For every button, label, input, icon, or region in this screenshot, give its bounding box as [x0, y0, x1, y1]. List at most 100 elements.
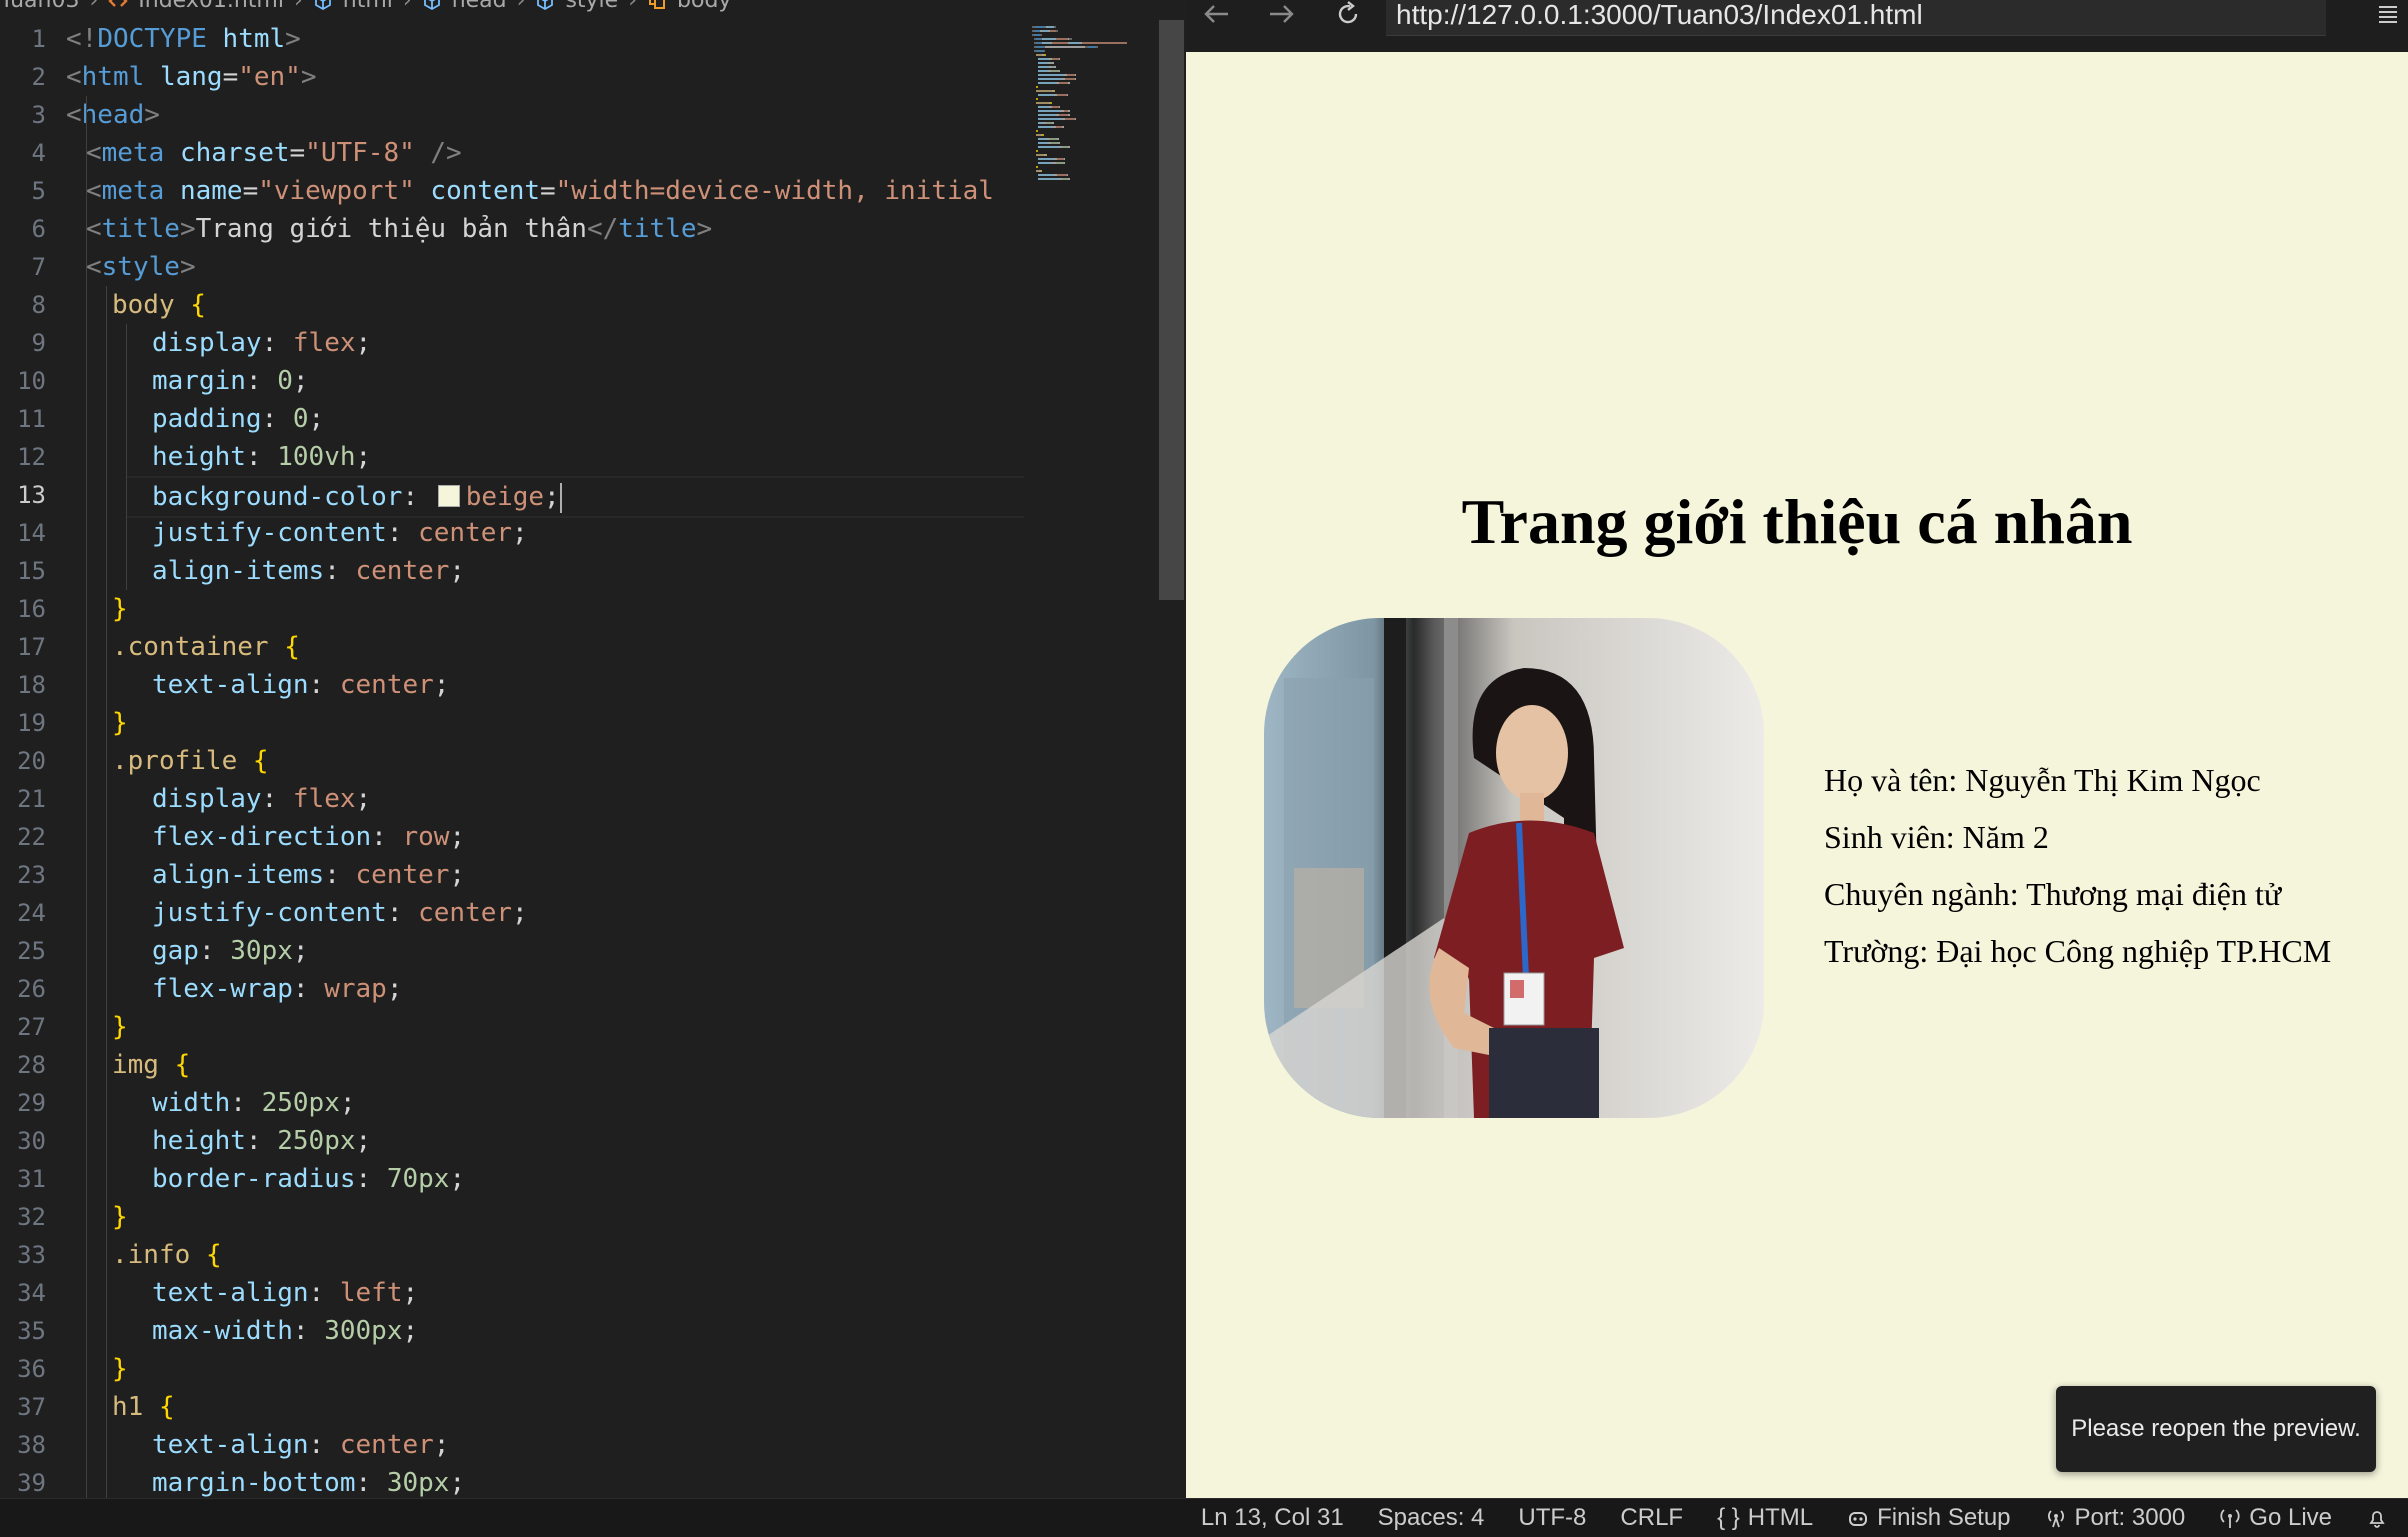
- line-ending[interactable]: CRLF: [1620, 1504, 1683, 1532]
- code-line[interactable]: height: 100vh;: [126, 438, 371, 476]
- editor-scrollbar-thumb[interactable]: [1159, 20, 1184, 600]
- color-swatch[interactable]: [437, 484, 460, 507]
- minimap-line: [1051, 42, 1068, 44]
- line-number: 36: [17, 1355, 46, 1383]
- minimap-line: [1058, 82, 1069, 84]
- info-name: Họ và tên: Nguyễn Thị Kim Ngọc: [1824, 762, 2261, 798]
- code-line[interactable]: <meta charset="UTF-8" />: [86, 134, 462, 172]
- code-token: }: [112, 708, 128, 738]
- code-line[interactable]: .container {: [106, 628, 300, 666]
- minimap-line: [1038, 142, 1048, 144]
- code-line[interactable]: flex-direction: row;: [126, 818, 465, 856]
- go-live-button[interactable]: Go Live: [2219, 1504, 2332, 1532]
- notification-toast[interactable]: Please reopen the preview.: [2056, 1386, 2376, 1472]
- indentation[interactable]: Spaces: 4: [1378, 1504, 1485, 1532]
- code-line[interactable]: padding: 0;: [126, 400, 324, 438]
- code-line[interactable]: text-align: center;: [126, 666, 449, 704]
- code-line[interactable]: h1 {: [106, 1388, 175, 1426]
- bell-icon[interactable]: [2366, 1507, 2388, 1529]
- code-line[interactable]: max-width: 300px;: [126, 1312, 418, 1350]
- code-line[interactable]: img {: [106, 1046, 190, 1084]
- code-line[interactable]: align-items: center;: [126, 552, 465, 590]
- line-number: 24: [17, 899, 46, 927]
- breadcrumb-file[interactable]: Index01.html: [138, 0, 284, 13]
- code-line[interactable]: display: flex;: [126, 324, 371, 362]
- code-token: :: [261, 404, 293, 434]
- code-line[interactable]: gap: 30px;: [126, 932, 309, 970]
- code-token: row: [402, 822, 450, 852]
- forward-arrow-icon[interactable]: [1268, 2, 1296, 26]
- line-number: 31: [17, 1165, 46, 1193]
- minimap-line: [1058, 58, 1061, 60]
- code-token: DOCTYPE: [97, 24, 207, 54]
- code-token: ;: [355, 442, 372, 472]
- line-number: 34: [17, 1279, 46, 1307]
- breadcrumb-head[interactable]: head: [452, 0, 507, 13]
- code-line[interactable]: .info {: [106, 1236, 222, 1274]
- code-line[interactable]: <html lang="en">: [66, 58, 317, 96]
- code-token: {: [174, 1050, 191, 1080]
- code-line[interactable]: .profile {: [106, 742, 269, 780]
- code-token: {: [252, 746, 269, 776]
- element-cube-icon: [423, 0, 440, 10]
- code-line[interactable]: flex-wrap: wrap;: [126, 970, 402, 1008]
- code-editor[interactable]: 1 2 3 4 5 6 7 8 9 10 11 12 13 14 15 16 17 18 19 20 21 22 23 24 2…: [0, 20, 1024, 1498]
- breadcrumb-body[interactable]: body: [677, 0, 731, 13]
- code-line[interactable]: background-color: beige;: [126, 476, 1024, 518]
- code-line[interactable]: text-align: center;: [126, 1426, 449, 1464]
- breadcrumb-html[interactable]: html: [343, 0, 393, 13]
- code-line[interactable]: height: 250px;: [126, 1122, 371, 1160]
- code-token: ;: [449, 860, 466, 890]
- port-label: Port: 3000: [2074, 1504, 2186, 1531]
- minimap-line: [1038, 114, 1056, 116]
- minimap[interactable]: [1024, 20, 1184, 1498]
- hamburger-menu-icon[interactable]: [2376, 2, 2400, 26]
- minimap-line: [1040, 170, 1043, 172]
- html-file-icon: [108, 0, 128, 7]
- code-line[interactable]: justify-content: center;: [126, 514, 528, 552]
- back-arrow-icon[interactable]: [1202, 2, 1230, 26]
- code-line[interactable]: <style>: [86, 248, 196, 286]
- code-line[interactable]: align-items: center;: [126, 856, 465, 894]
- cursor-position[interactable]: Ln 13, Col 31: [1201, 1504, 1344, 1532]
- language-mode[interactable]: { } HTML: [1717, 1504, 1813, 1532]
- code-line[interactable]: }: [106, 704, 128, 742]
- address-bar[interactable]: http://127.0.0.1:3000/Tuan03/Index01.htm…: [1386, 0, 2326, 36]
- code-line[interactable]: <head>: [66, 96, 160, 134]
- code-token: :: [308, 670, 340, 700]
- code-token: <!: [66, 24, 98, 54]
- code-line[interactable]: body {: [106, 286, 206, 324]
- live-preview-panel: http://127.0.0.1:3000/Tuan03/Index01.htm…: [1186, 0, 2408, 1498]
- code-line[interactable]: }: [106, 590, 128, 628]
- breadcrumb-style[interactable]: style: [565, 0, 618, 13]
- code-line[interactable]: width: 250px;: [126, 1084, 356, 1122]
- code-line[interactable]: text-align: left;: [126, 1274, 418, 1312]
- code-token: >: [144, 100, 160, 130]
- code-line[interactable]: <meta name="viewport" content="width=dev…: [86, 172, 994, 210]
- finish-setup[interactable]: Finish Setup: [1847, 1504, 2011, 1532]
- code-token: "viewport": [258, 176, 415, 206]
- code-line[interactable]: margin: 0;: [126, 362, 309, 400]
- code-token: ;: [449, 1468, 466, 1498]
- indent-guide: [86, 96, 87, 1498]
- live-server-port[interactable]: Port: 3000: [2045, 1504, 2186, 1532]
- code-line[interactable]: display: flex;: [126, 780, 371, 818]
- code-line[interactable]: }: [106, 1198, 128, 1236]
- code-line[interactable]: <title>Trang giới thiệu bản thân</title>: [86, 210, 712, 248]
- reload-icon[interactable]: [1334, 0, 1362, 28]
- minimap-line: [1049, 138, 1058, 140]
- minimap-line: [1045, 46, 1086, 48]
- code-line[interactable]: <!DOCTYPE html>: [66, 20, 301, 58]
- code-line[interactable]: }: [106, 1350, 128, 1388]
- code-token: body: [112, 290, 175, 320]
- line-number: 32: [17, 1203, 46, 1231]
- code-line[interactable]: border-radius: 70px;: [126, 1160, 465, 1198]
- code-line[interactable]: }: [106, 1008, 128, 1046]
- code-line[interactable]: justify-content: center;: [126, 894, 528, 932]
- breadcrumb-folder[interactable]: Tuan03: [0, 0, 79, 13]
- minimap-line: [1038, 82, 1056, 84]
- code-area[interactable]: <!DOCTYPE html> <html lang="en"> <head> <me…: [66, 20, 1024, 1498]
- encoding[interactable]: UTF-8: [1518, 1504, 1586, 1532]
- code-line[interactable]: margin-bottom: 30px;: [126, 1464, 465, 1498]
